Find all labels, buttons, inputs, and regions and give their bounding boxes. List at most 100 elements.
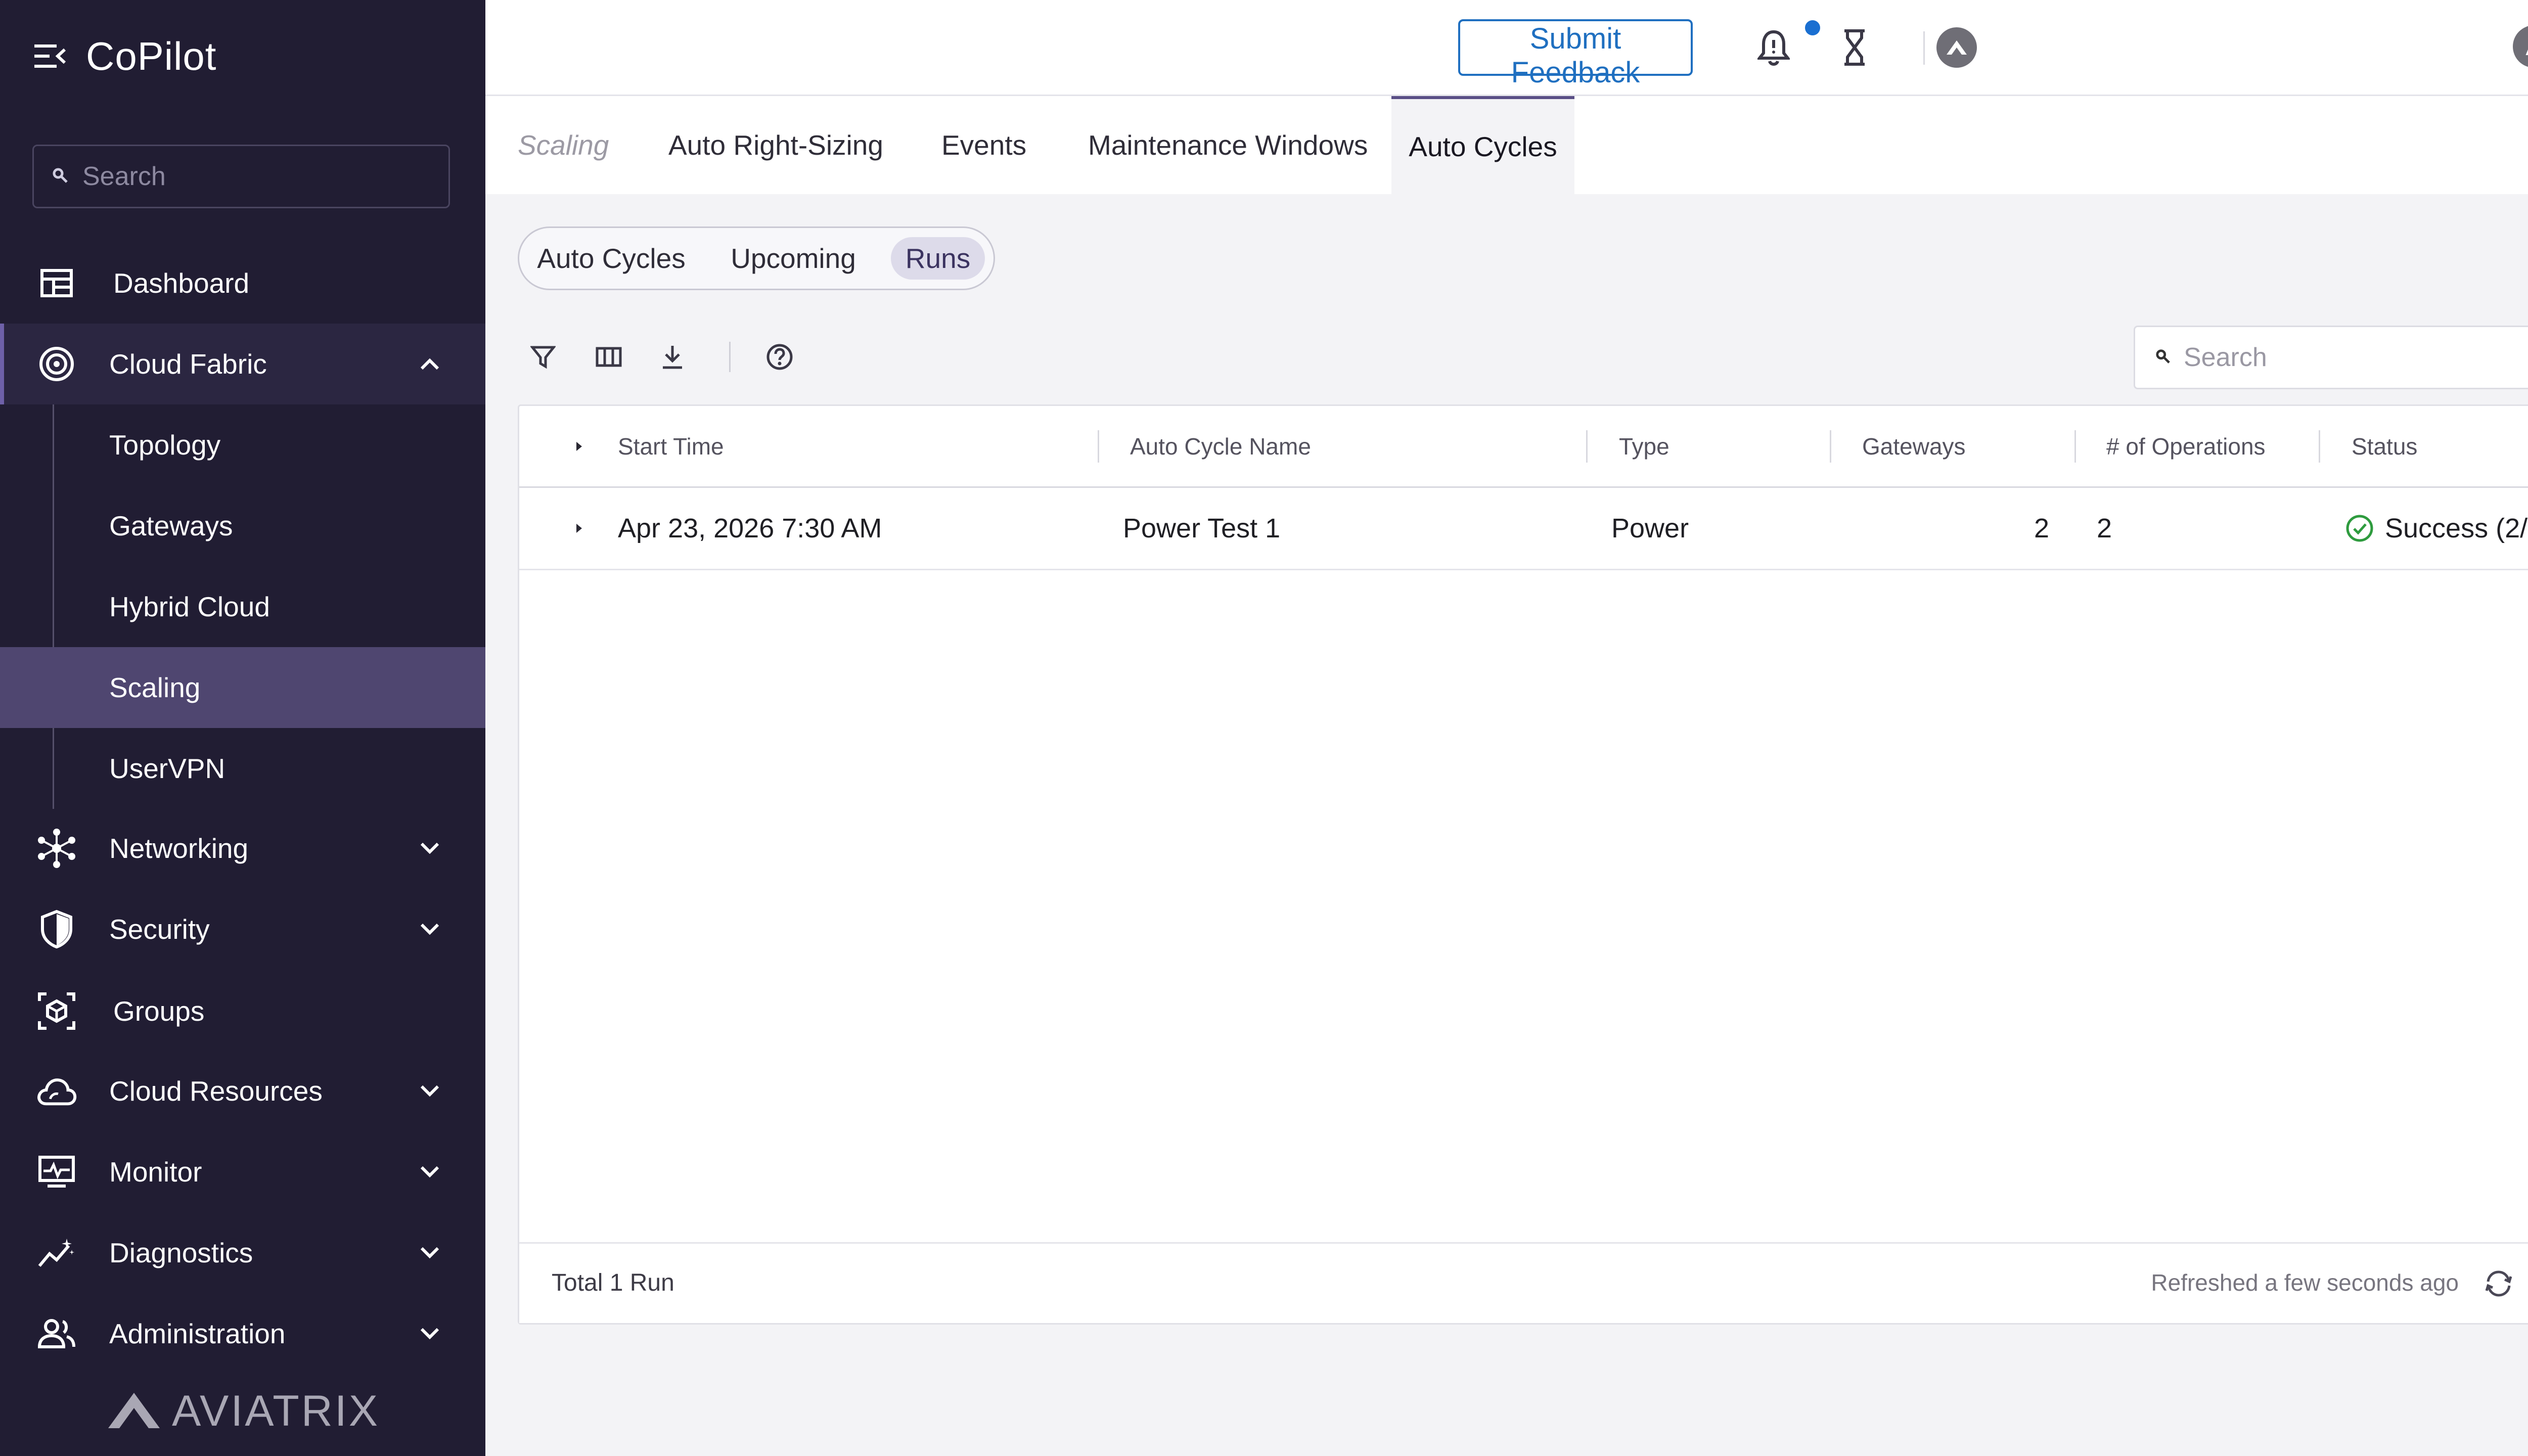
chevron-down-icon[interactable] xyxy=(415,833,445,863)
chevron-down-icon[interactable] xyxy=(415,1238,445,1268)
sidebar-item-label: Cloud Resources xyxy=(109,1075,323,1107)
sidebar-subitem-label: Topology xyxy=(109,429,221,461)
status-text: Success (2/2) xyxy=(2385,513,2528,543)
admin-icon xyxy=(36,1313,77,1354)
cloud-fabric-icon xyxy=(36,344,77,384)
column-divider[interactable] xyxy=(2074,430,2076,463)
cell-gateways: 2 xyxy=(2034,513,2049,543)
table-search[interactable] xyxy=(2134,326,2528,389)
column-header-type[interactable]: Type xyxy=(1619,406,1669,486)
sidebar-search-input[interactable] xyxy=(81,161,437,192)
refresh-status: Refreshed a few seconds ago xyxy=(2151,1269,2459,1296)
dashboard-icon xyxy=(36,263,77,303)
sidebar-subitem-label: Hybrid Cloud xyxy=(109,591,270,622)
tab-auto-right-sizing[interactable]: Auto Right-Sizing xyxy=(668,96,883,194)
download-icon[interactable] xyxy=(652,337,693,377)
aviatrix-logo: AVIATRIX xyxy=(106,1383,380,1439)
sidebar-item-label: Networking xyxy=(109,833,249,864)
search-icon xyxy=(52,167,68,186)
sidebar-subitem-gateways[interactable]: Gateways xyxy=(0,485,485,566)
sidebar-item-diagnostics[interactable]: Diagnostics xyxy=(0,1212,485,1293)
sidebar-subitem-hybrid-cloud[interactable]: Hybrid Cloud xyxy=(0,566,485,647)
sidebar-item-label: Administration xyxy=(109,1318,286,1349)
tab-events[interactable]: Events xyxy=(941,96,1026,194)
sidebar-item-label: Groups xyxy=(113,995,205,1027)
hourglass-icon[interactable] xyxy=(1830,23,1879,72)
shield-icon xyxy=(36,909,77,949)
table-footer: Total 1 Run Refreshed a few seconds ago xyxy=(519,1242,2528,1323)
bell-icon[interactable] xyxy=(1749,23,1798,72)
copilot-app: CoPilot Dashboard Cloud Fabric xyxy=(0,0,2528,1456)
column-header-operations[interactable]: # of Operations xyxy=(2106,406,2266,486)
sidebar-subitem-scaling[interactable]: Scaling xyxy=(0,647,485,728)
cloud-icon xyxy=(36,1071,77,1111)
sidebar-subitem-label: UserVPN xyxy=(109,753,225,784)
sidebar-subitem-label: Scaling xyxy=(109,672,201,703)
column-header-status[interactable]: Status xyxy=(2352,406,2417,486)
filter-icon[interactable] xyxy=(523,337,563,377)
chevron-down-icon[interactable] xyxy=(415,1318,445,1349)
sidebar-item-security[interactable]: Security xyxy=(0,889,485,970)
cell-operations: 2 xyxy=(2097,513,2112,543)
sidebar: CoPilot Dashboard Cloud Fabric xyxy=(0,0,485,1456)
columns-icon[interactable] xyxy=(589,337,629,377)
sidebar-item-cloud-fabric[interactable]: Cloud Fabric xyxy=(0,324,485,404)
segment-auto-cycles[interactable]: Auto Cycles xyxy=(530,237,692,280)
sidebar-search[interactable] xyxy=(32,145,450,208)
sidebar-item-networking[interactable]: Networking xyxy=(0,808,485,889)
app-switcher-icon[interactable] xyxy=(1932,23,1981,72)
search-icon xyxy=(2155,349,2171,367)
diagnostics-icon xyxy=(36,1233,77,1273)
app-title: CoPilot xyxy=(86,33,217,78)
sidebar-item-dashboard[interactable]: Dashboard xyxy=(0,243,485,324)
sidebar-item-label: Monitor xyxy=(109,1156,202,1188)
cell-start-time: Apr 23, 2026 7:30 AM xyxy=(618,513,882,543)
collapse-menu-icon[interactable] xyxy=(34,40,66,72)
sidebar-item-administration[interactable]: Administration xyxy=(0,1293,485,1374)
runs-table: Start Time Auto Cycle Name Type Gateways… xyxy=(518,404,2528,1325)
segment-upcoming[interactable]: Upcoming xyxy=(717,237,869,280)
segment-runs[interactable]: Runs xyxy=(891,237,985,280)
chevron-down-icon[interactable] xyxy=(415,1157,445,1187)
view-segmented-control: Auto Cycles Upcoming Runs xyxy=(518,226,995,290)
column-divider[interactable] xyxy=(2319,430,2320,463)
tab-maintenance-windows[interactable]: Maintenance Windows xyxy=(1088,96,1368,194)
networking-icon xyxy=(36,828,77,869)
sidebar-item-label: Cloud Fabric xyxy=(109,348,267,380)
sidebar-item-label: Security xyxy=(109,914,210,945)
brand: CoPilot xyxy=(34,28,216,84)
column-header-gateways[interactable]: Gateways xyxy=(1862,406,1966,486)
sidebar-item-groups[interactable]: Groups xyxy=(0,971,485,1052)
column-divider[interactable] xyxy=(1098,430,1099,463)
total-count: Total 1 Run xyxy=(552,1269,674,1296)
help-icon[interactable] xyxy=(759,337,800,377)
expand-all-caret-icon[interactable] xyxy=(569,436,589,457)
column-header-start-time[interactable]: Start Time xyxy=(618,406,724,486)
aviatrix-logo-icon xyxy=(106,1390,162,1433)
sidebar-item-cloud-resources[interactable]: Cloud Resources xyxy=(0,1051,485,1131)
monitor-icon xyxy=(36,1152,77,1192)
aviatrix-logo-text: AVIATRIX xyxy=(172,1386,380,1435)
table-row[interactable]: Apr 23, 2026 7:30 AM Power Test 1 Power … xyxy=(519,488,2528,570)
column-divider[interactable] xyxy=(1586,430,1588,463)
refresh-icon[interactable] xyxy=(2481,1266,2516,1301)
tab-auto-cycles[interactable]: Auto Cycles xyxy=(1391,96,1574,194)
chevron-down-icon[interactable] xyxy=(415,914,445,944)
sidebar-item-label: Diagnostics xyxy=(109,1237,253,1268)
tab-scaling[interactable]: Scaling xyxy=(518,96,609,194)
chevron-up-icon[interactable] xyxy=(415,349,445,379)
column-divider[interactable] xyxy=(1830,430,1831,463)
sidebar-subitem-label: Gateways xyxy=(109,510,233,541)
success-check-icon xyxy=(2345,514,2374,542)
cell-status: Success (2/2) xyxy=(2345,488,2528,569)
expand-row-caret-icon[interactable] xyxy=(569,518,589,538)
sidebar-subitem-uservpn[interactable]: UserVPN xyxy=(0,728,485,809)
submit-feedback-button[interactable]: Submit Feedback xyxy=(1458,19,1693,89)
sidebar-item-monitor[interactable]: Monitor xyxy=(0,1131,485,1212)
cell-type: Power xyxy=(1611,513,1689,543)
sidebar-subitem-topology[interactable]: Topology xyxy=(0,404,485,485)
column-header-auto-cycle-name[interactable]: Auto Cycle Name xyxy=(1130,406,1311,486)
toolbar-divider xyxy=(729,342,731,372)
table-search-input[interactable] xyxy=(2183,342,2528,373)
chevron-down-icon[interactable] xyxy=(415,1076,445,1106)
